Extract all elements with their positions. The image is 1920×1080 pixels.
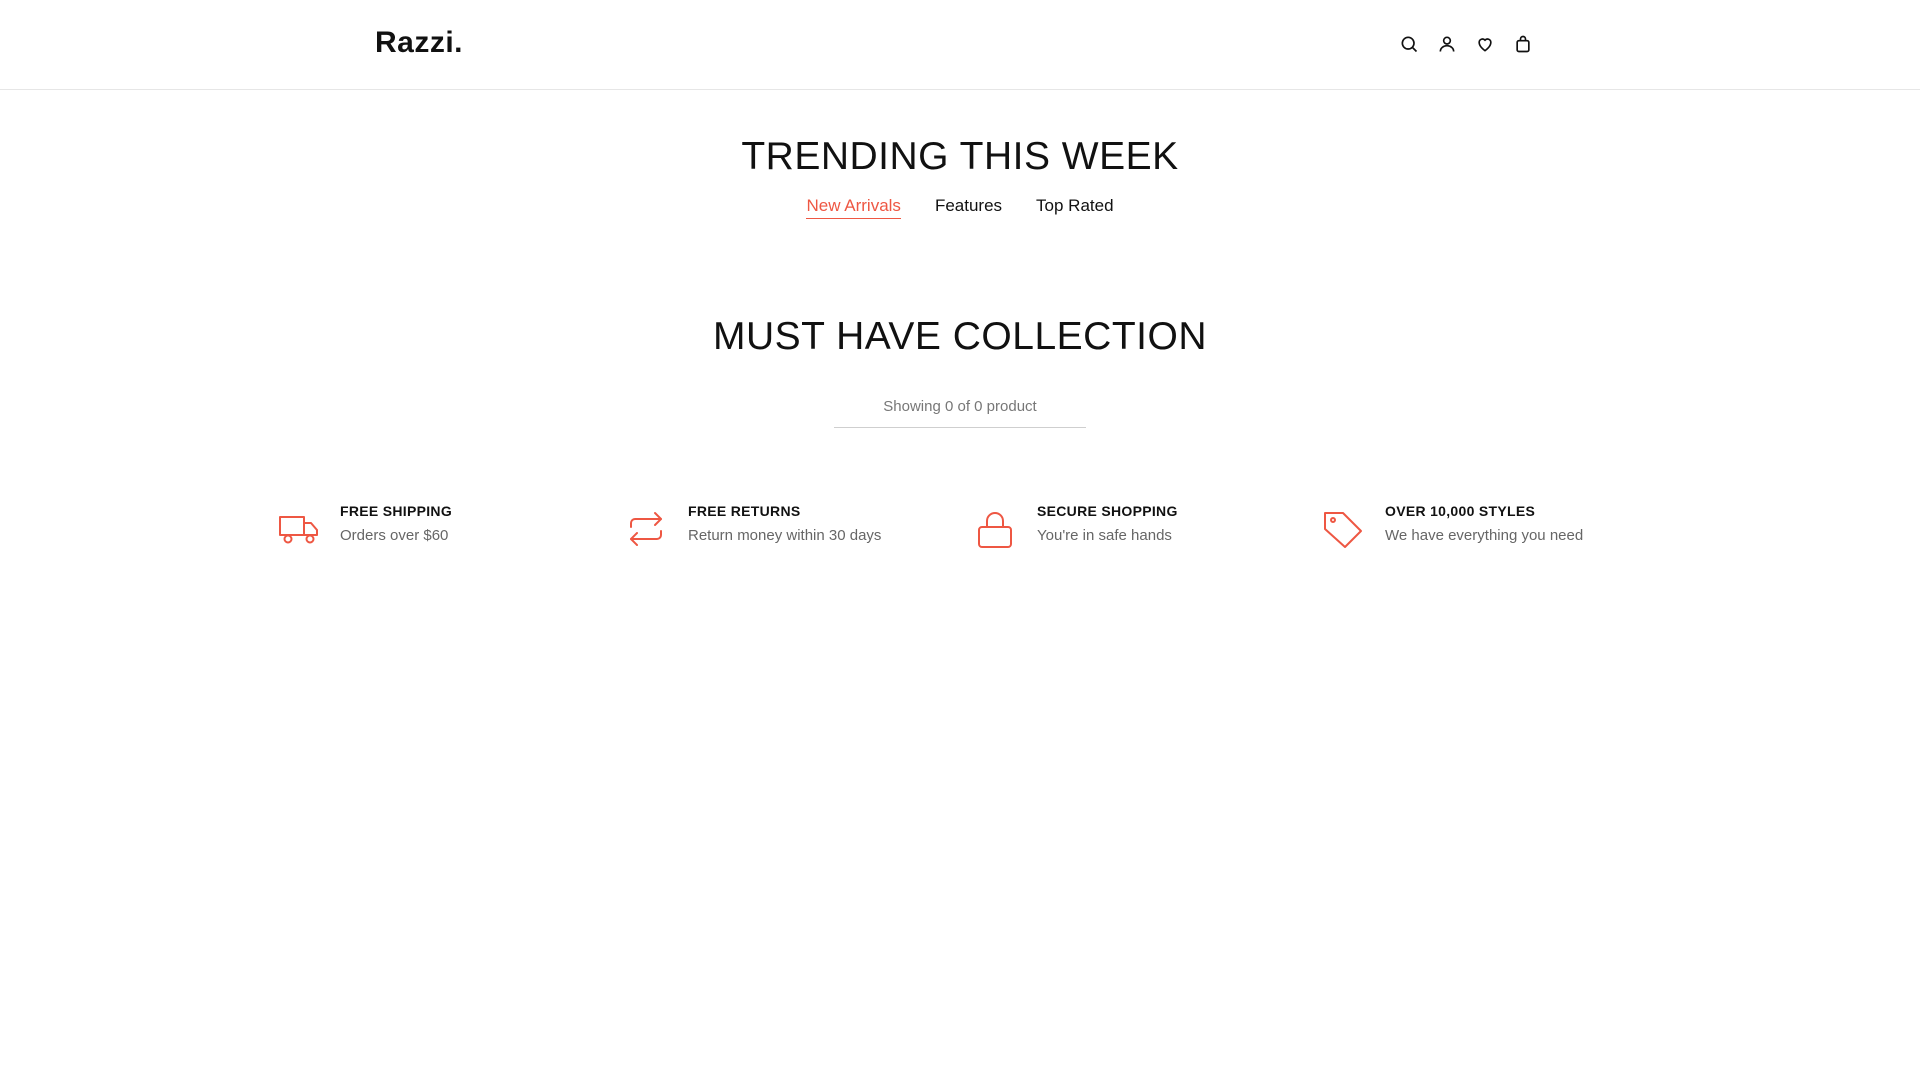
header-actions bbox=[1398, 30, 1534, 58]
site-header: Razzi. bbox=[0, 0, 1920, 90]
feature-desc: Orders over $60 bbox=[340, 527, 449, 544]
feature-free-shipping: FREE SHIPPING Orders over $60 bbox=[276, 503, 452, 551]
trending-title: TRENDING THIS WEEK bbox=[741, 135, 1179, 178]
user-icon[interactable] bbox=[1436, 30, 1458, 58]
tab-new-arrivals[interactable]: New Arrivals bbox=[806, 196, 901, 219]
feature-title: OVER 10,000 STYLES bbox=[1385, 503, 1536, 519]
features-bar: FREE SHIPPING Orders over $60 FREE RETUR… bbox=[276, 503, 1646, 563]
bag-icon[interactable] bbox=[1512, 30, 1534, 58]
trending-tabs: New Arrivals Features Top Rated bbox=[0, 196, 1920, 219]
feature-title: FREE RETURNS bbox=[688, 503, 801, 519]
feature-desc: Return money within 30 days bbox=[688, 527, 882, 544]
site-logo[interactable]: Razzi. bbox=[375, 26, 463, 60]
feature-title: SECURE SHOPPING bbox=[1037, 503, 1178, 519]
search-icon[interactable] bbox=[1398, 30, 1420, 58]
feature-styles: OVER 10,000 STYLES We have everything yo… bbox=[1321, 503, 1583, 551]
feature-secure-shopping: SECURE SHOPPING You're in safe hands bbox=[973, 503, 1178, 551]
collection-title: MUST HAVE COLLECTION bbox=[713, 315, 1207, 358]
returns-icon bbox=[624, 507, 668, 551]
tab-features[interactable]: Features bbox=[935, 196, 1002, 219]
tag-icon bbox=[1321, 507, 1365, 551]
heart-icon[interactable] bbox=[1474, 30, 1496, 58]
feature-desc: We have everything you need bbox=[1385, 527, 1584, 544]
lock-icon bbox=[973, 507, 1017, 551]
feature-desc: You're in safe hands bbox=[1037, 527, 1172, 544]
feature-free-returns: FREE RETURNS Return money within 30 days bbox=[624, 503, 881, 551]
tab-top-rated[interactable]: Top Rated bbox=[1036, 196, 1114, 219]
truck-icon bbox=[276, 507, 320, 551]
feature-title: FREE SHIPPING bbox=[340, 503, 453, 519]
product-count: Showing 0 of 0 product bbox=[834, 398, 1086, 428]
